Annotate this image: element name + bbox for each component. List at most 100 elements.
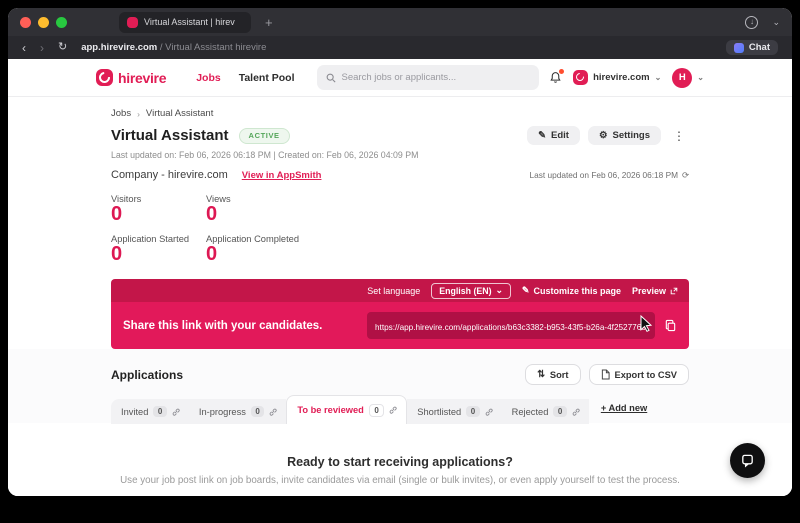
tab-to-be-reviewed[interactable]: To be reviewed 0	[286, 395, 408, 424]
sort-icon: ⇅	[537, 369, 545, 379]
preview-button[interactable]: Preview	[632, 286, 678, 296]
stat-label: Application Started	[111, 234, 190, 244]
link-icon[interactable]	[572, 408, 580, 416]
stat-value: 0	[111, 243, 123, 265]
stat-item: Application Completed 0	[206, 234, 366, 265]
customize-page-button[interactable]: ✎ Customize this page	[522, 285, 621, 296]
link-icon[interactable]	[485, 408, 493, 416]
forward-button[interactable]: ›	[40, 42, 44, 54]
customize-icon: ✎	[521, 285, 530, 295]
address-host: app.hirevire.com	[81, 42, 158, 53]
new-tab-button[interactable]: +	[265, 16, 273, 29]
stat-value: 0	[206, 243, 218, 265]
link-icon[interactable]	[269, 408, 277, 416]
reload-icon[interactable]: ↻	[58, 42, 67, 53]
tab-label: Shortlisted	[417, 406, 462, 417]
export-csv-button[interactable]: Export to CSV	[588, 364, 689, 385]
nav-jobs[interactable]: Jobs	[196, 72, 221, 84]
share-url-box[interactable]	[367, 312, 655, 339]
browser-chat-button[interactable]: Chat	[725, 40, 778, 55]
tab-count: 0	[250, 406, 265, 417]
account-switcher[interactable]: hirevire.com ⌄	[573, 70, 661, 85]
chat-bubble-icon	[742, 454, 753, 468]
settings-button[interactable]: ⚙ Settings	[587, 126, 661, 145]
user-menu[interactable]: H ⌄	[672, 67, 704, 88]
more-options-icon[interactable]: ⋮	[669, 129, 689, 143]
notification-bell-icon[interactable]	[549, 69, 565, 84]
chat-widget-button[interactable]	[730, 443, 765, 478]
share-banner: Set language English (EN) ⌄ ✎ Customize th…	[111, 279, 689, 349]
stat-item: Visitors 0	[111, 194, 206, 225]
notification-dot	[559, 69, 565, 74]
avatar: H	[672, 67, 693, 88]
stat-item: Views 0	[206, 194, 366, 225]
language-value: English (EN)	[439, 285, 492, 296]
minimize-window-button[interactable]	[38, 16, 49, 28]
breadcrumb-current: Virtual Assistant	[145, 108, 214, 119]
breadcrumb: Jobs › Virtual Assistant	[111, 108, 689, 119]
browser-tab-bar: Virtual Assistant | hirev + ↓ ⌄	[8, 8, 792, 36]
share-banner-toolbar: Set language English (EN) ⌄ ✎ Customize th…	[111, 279, 689, 302]
browser-chat-label: Chat	[748, 42, 770, 53]
job-meta: Last updated on: Feb 06, 2026 06:18 PM |…	[111, 150, 419, 160]
stats-grid: Visitors 0 Views 0 Application Started 0…	[111, 194, 689, 265]
applications-heading: Applications	[111, 367, 184, 382]
page-title: Virtual Assistant	[111, 127, 229, 144]
stat-label: Visitors	[111, 194, 142, 204]
account-name: hirevire.com	[593, 72, 650, 83]
tab-label: Invited	[121, 406, 149, 417]
sort-button[interactable]: ⇅ Sort	[525, 364, 581, 385]
tab-shortlisted[interactable]: Shortlisted 0	[407, 399, 502, 424]
chevron-down-icon: ⌄	[495, 285, 503, 295]
stat-label: Application Completed	[206, 234, 300, 244]
search-input[interactable]	[341, 72, 530, 83]
pencil-icon: ✎	[538, 130, 547, 141]
preview-label: Preview	[631, 285, 666, 296]
download-icon[interactable]: ↓	[745, 15, 759, 29]
nav-talent-pool[interactable]: Talent Pool	[239, 72, 295, 84]
gear-icon: ⚙	[598, 130, 608, 141]
tab-rejected[interactable]: Rejected 0	[501, 399, 589, 424]
link-icon[interactable]	[172, 408, 180, 416]
address-text[interactable]: app.hirevire.com / Virtual Assistant hir…	[81, 42, 266, 53]
back-button[interactable]: ‹	[22, 42, 26, 54]
view-in-appsmith-link[interactable]: View in AppSmith	[242, 170, 322, 181]
browser-tab[interactable]: Virtual Assistant | hirev	[119, 11, 251, 33]
add-new-tab[interactable]: + Add new	[601, 403, 647, 417]
external-link-icon	[670, 287, 678, 294]
chevron-down-icon: ⌄	[654, 73, 662, 82]
chevron-down-icon[interactable]: ⌄	[772, 17, 780, 28]
empty-state-title: Ready to start receiving applications?	[287, 455, 513, 469]
tab-count: 0	[466, 406, 480, 417]
stat-value: 0	[206, 203, 218, 225]
browser-tab-title: Virtual Assistant | hirev	[144, 17, 235, 27]
desktop: Virtual Assistant | hirev + ↓ ⌄ ‹ › ↻ ap…	[0, 0, 800, 523]
breadcrumb-separator: ›	[137, 108, 140, 119]
share-url-input[interactable]	[375, 322, 647, 332]
tab-in-progress[interactable]: In-progress 0	[188, 399, 287, 424]
address-path: / Virtual Assistant hirevire	[157, 42, 267, 53]
browser-url-bar: ‹ › ↻ app.hirevire.com / Virtual Assista…	[8, 36, 792, 59]
language-select[interactable]: English (EN) ⌄	[431, 282, 511, 299]
tab-label: To be reviewed	[297, 405, 364, 415]
empty-state-description: Use your job post link on job boards, in…	[120, 475, 680, 486]
empty-state: Ready to start receiving applications? U…	[8, 423, 792, 496]
set-language-label: Set language	[367, 285, 421, 296]
applications-section: Applications ⇅ Sort Export to CSV Invited…	[8, 349, 792, 496]
zoom-window-button[interactable]	[56, 16, 67, 28]
breadcrumb-jobs[interactable]: Jobs	[111, 108, 131, 119]
tab-invited[interactable]: Invited 0	[111, 399, 189, 424]
sort-label: Sort	[549, 369, 569, 380]
mouse-cursor	[640, 315, 653, 332]
refresh-icon[interactable]: ⟳	[682, 170, 689, 180]
document-icon	[601, 369, 610, 380]
link-icon[interactable]	[389, 406, 397, 414]
close-window-button[interactable]	[20, 16, 31, 28]
copy-icon[interactable]	[664, 319, 677, 332]
hirevire-logo-icon	[96, 69, 113, 86]
hirevire-logo[interactable]: hirevire	[96, 69, 166, 86]
search-bar[interactable]	[316, 65, 539, 90]
edit-button[interactable]: ✎ Edit	[527, 126, 580, 145]
traffic-lights	[20, 16, 67, 28]
applications-tabs: Invited 0 In-progress 0 To be reviewed 0…	[111, 395, 689, 424]
